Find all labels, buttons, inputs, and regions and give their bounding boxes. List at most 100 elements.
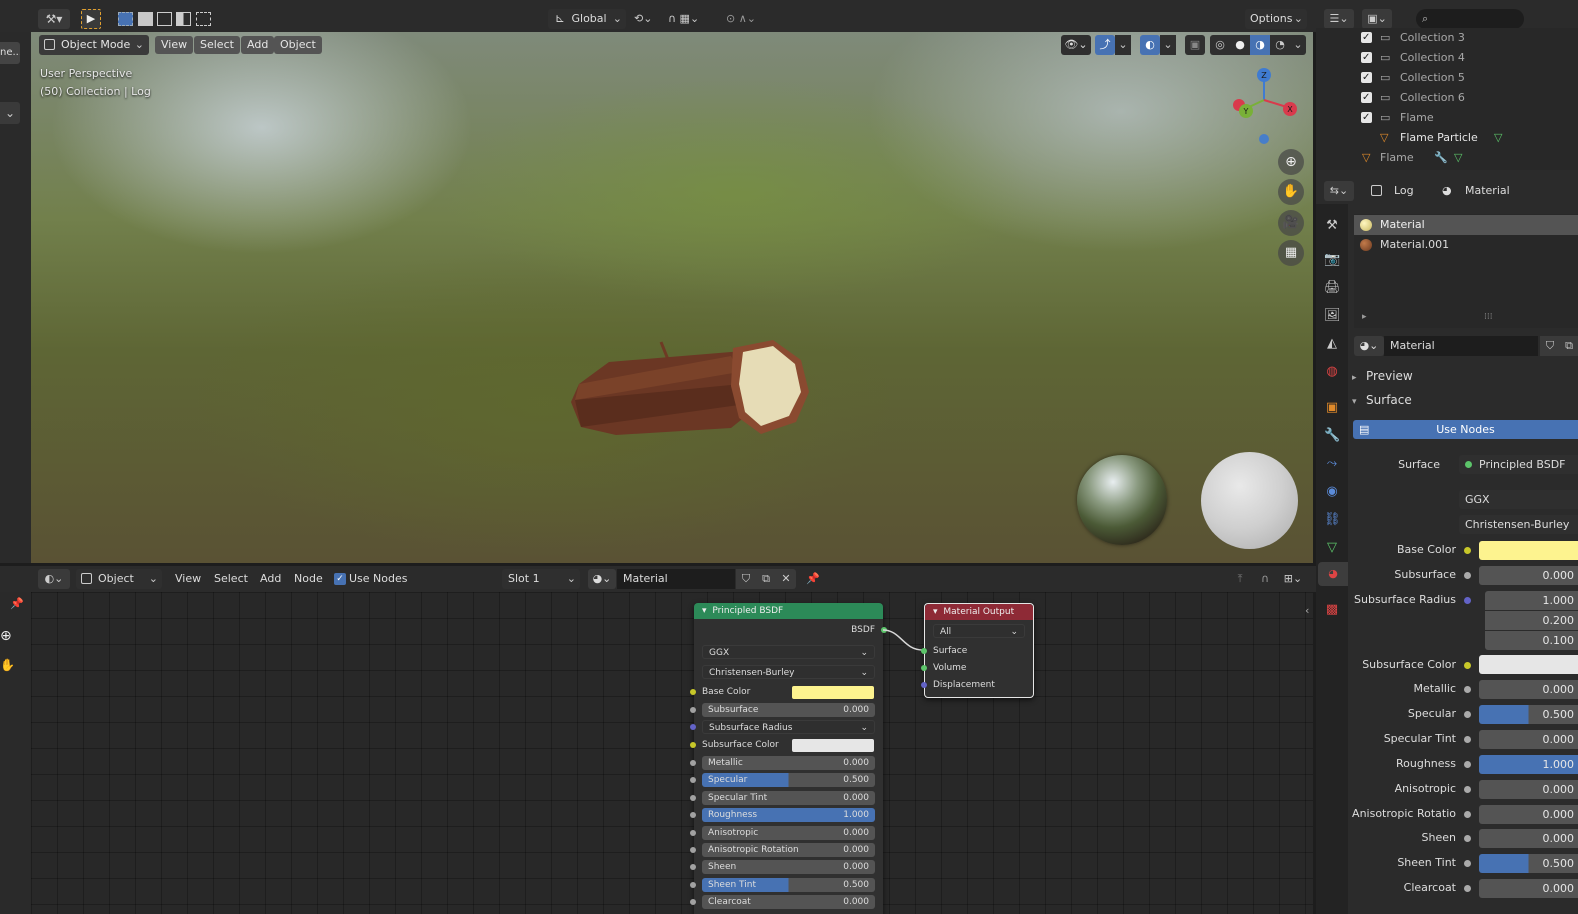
select-box-mode-icon[interactable] — [118, 12, 133, 26]
duplicate-material-icon[interactable]: ⧉ — [1560, 336, 1578, 356]
collapse-chevron-icon[interactable]: ▾ — [933, 607, 938, 617]
node-menu-node[interactable]: Node — [294, 569, 323, 589]
subsurface-color-socket[interactable] — [690, 742, 696, 748]
visibility-icon[interactable]: 👁⌄ — [1061, 35, 1091, 55]
principled-bsdf-node[interactable]: ▾ Principled BSDF BSDF GGX ⌄ Christensen… — [690, 603, 887, 914]
node-input-socket[interactable] — [690, 707, 696, 713]
constraints-tab-icon[interactable]: ⛓ — [1324, 512, 1341, 528]
node-input-socket[interactable] — [690, 899, 696, 906]
left-panel-chevron-icon[interactable]: ⌄ — [0, 102, 20, 124]
outliner-item[interactable]: ▽ Flame 🔧 ▽ — [1316, 148, 1578, 168]
ortho-grid-icon[interactable]: ▦ — [1278, 240, 1304, 266]
subsurface-radius-y-field[interactable]: 0.200 — [1485, 611, 1578, 630]
visibility-checkbox[interactable] — [1361, 88, 1372, 108]
shading-wireframe-icon[interactable]: ◎ — [1210, 35, 1230, 55]
outliner-item[interactable]: ▭ Collection 5 — [1316, 68, 1578, 88]
volume-input-socket[interactable] — [921, 665, 927, 671]
prop-field-clearcoat[interactable]: 0.000 — [1479, 879, 1578, 899]
prop-field-roughness[interactable]: 1.000 — [1479, 754, 1578, 774]
node-editor-canvas[interactable]: ‹ ▾ Principled BSDF BSDF GGX ⌄ Christens… — [31, 592, 1313, 914]
visibility-checkbox[interactable] — [1361, 48, 1372, 68]
socket-dot-icon[interactable] — [1464, 710, 1471, 718]
physics-tab-icon[interactable]: ◉ — [1324, 484, 1340, 500]
subsurface-radius-socket[interactable] — [690, 724, 696, 730]
parent-node-tree-icon[interactable]: ⤒ — [1230, 569, 1250, 589]
shading-material-icon[interactable]: ◑ — [1250, 35, 1270, 55]
node-input-socket[interactable] — [690, 794, 696, 801]
collapse-chevron-icon[interactable]: ▾ — [702, 606, 707, 616]
surface-shader-field[interactable]: Principled BSDF — [1459, 455, 1578, 474]
material-slot-item[interactable]: Material.001 — [1354, 235, 1578, 255]
overlays-dropdown-icon[interactable]: ⌄ — [1160, 35, 1176, 55]
base-color-socket-icon[interactable] — [1464, 547, 1471, 554]
outliner-item[interactable]: ▭ Collection 4 — [1316, 48, 1578, 68]
prop-field-sheen-tint[interactable]: 0.500 — [1479, 854, 1578, 874]
editor-type-button[interactable]: ⚒▾ — [38, 9, 70, 29]
socket-dot-icon[interactable] — [1464, 686, 1471, 693]
output-node-header[interactable]: ▾ Material Output — [925, 604, 1033, 620]
material-name-field[interactable]: Material — [1384, 336, 1538, 356]
material-slot-item[interactable]: Material — [1354, 215, 1578, 235]
prop-field-anisotropic-rotatio[interactable]: 0.000 — [1479, 804, 1578, 824]
modifier-tab-icon[interactable]: 🔧 — [1324, 428, 1340, 444]
node-field-metallic[interactable]: Metallic 0.000 — [702, 756, 875, 770]
properties-editor-type-icon[interactable]: ⇆⌄ — [1324, 181, 1354, 201]
gizmo-dropdown-icon[interactable]: ⌄ — [1115, 35, 1131, 55]
prop-field-specular-tint[interactable]: 0.000 — [1479, 729, 1578, 749]
viewport-menu-view[interactable]: View — [155, 36, 194, 54]
node-input-socket[interactable] — [690, 847, 696, 853]
material-name-field[interactable]: Material — [617, 569, 735, 589]
shading-solid-icon[interactable]: ● — [1230, 35, 1250, 55]
socket-dot-icon[interactable] — [1464, 735, 1471, 743]
socket-dot-icon[interactable] — [1464, 785, 1471, 793]
viewport-menu-add[interactable]: Add — [241, 36, 275, 54]
viewport-menu-select[interactable]: Select — [194, 36, 240, 54]
pivot-point-icon[interactable]: ⟲⌄ — [634, 9, 664, 29]
select-invert-icon[interactable] — [176, 12, 191, 26]
object-mode-dropdown[interactable]: Object Mode ⌄ — [39, 35, 149, 55]
material-browse-icon[interactable]: ◕⌄ — [1354, 336, 1384, 356]
resize-handle-icon[interactable]: ⁞⁞⁞ — [1484, 312, 1493, 322]
output-target-dropdown[interactable]: All ⌄ — [933, 624, 1025, 638]
node-editor-type-button[interactable]: ◐⌄ — [38, 569, 70, 589]
base-color-swatch[interactable] — [792, 686, 874, 699]
prop-field-anisotropic[interactable]: 0.000 — [1479, 779, 1578, 799]
view-layer-tab-icon[interactable]: 🖼 — [1324, 308, 1341, 324]
base-color-socket[interactable] — [690, 689, 696, 695]
node-snap-mode-icon[interactable]: ⊞⌄ — [1278, 569, 1308, 589]
zoom-icon[interactable]: ⊕ — [1278, 149, 1304, 175]
node-snap-icon[interactable]: ∩ — [1255, 569, 1275, 589]
visibility-checkbox[interactable] — [1361, 28, 1372, 48]
shading-dropdown-icon[interactable]: ⌄ — [1290, 35, 1306, 55]
shading-rendered-icon[interactable]: ◔ — [1270, 35, 1290, 55]
subsurface-color-swatch[interactable] — [1479, 655, 1578, 674]
node-input-socket[interactable] — [690, 760, 696, 766]
tool-tab-icon[interactable]: ⚒ — [1324, 218, 1340, 234]
prop-field-metallic[interactable]: 0.000 — [1479, 680, 1578, 699]
node-field-anisotropic-rotation[interactable]: Anisotropic Rotation 0.000 — [702, 843, 875, 857]
snap-icon[interactable]: ∩ ▦⌄ — [668, 9, 718, 29]
gizmo-toggle-icon[interactable]: ⤴ — [1095, 35, 1115, 55]
log-mesh[interactable] — [561, 332, 831, 442]
node-input-socket[interactable] — [690, 881, 696, 888]
node-input-socket[interactable] — [690, 812, 696, 819]
preview-panel-header[interactable]: ▸ Preview — [1352, 366, 1578, 386]
visibility-checkbox[interactable] — [1361, 68, 1372, 88]
breadcrumb-tab[interactable]: Material — [1465, 181, 1510, 201]
fake-user-shield-icon[interactable]: ⛉ — [736, 569, 756, 589]
expand-arrow-icon[interactable]: ▸ — [1362, 312, 1367, 322]
overlays-toggle-icon[interactable]: ◐ — [1140, 35, 1160, 55]
node-field-specular[interactable]: Specular 0.500 — [702, 773, 875, 788]
use-nodes-checkbox[interactable]: ✓ — [334, 573, 346, 585]
use-nodes-button[interactable]: ▤ Use Nodes — [1353, 420, 1578, 439]
subsurface-radius-dropdown[interactable]: Subsurface Radius ⌄ — [702, 720, 875, 734]
breadcrumb-object[interactable]: Log — [1394, 181, 1414, 201]
node-input-socket[interactable] — [690, 829, 696, 836]
object-tab-icon[interactable]: ▣ — [1324, 400, 1340, 416]
displacement-input-socket[interactable] — [921, 682, 927, 688]
distribution-dropdown[interactable]: GGX ⌄ — [702, 645, 875, 659]
base-color-swatch[interactable] — [1479, 541, 1578, 560]
subsurface-color-socket-icon[interactable] — [1464, 662, 1471, 669]
subsurface-radius-x-field[interactable]: 1.000 — [1485, 591, 1578, 610]
socket-dot-icon[interactable] — [1464, 572, 1471, 579]
